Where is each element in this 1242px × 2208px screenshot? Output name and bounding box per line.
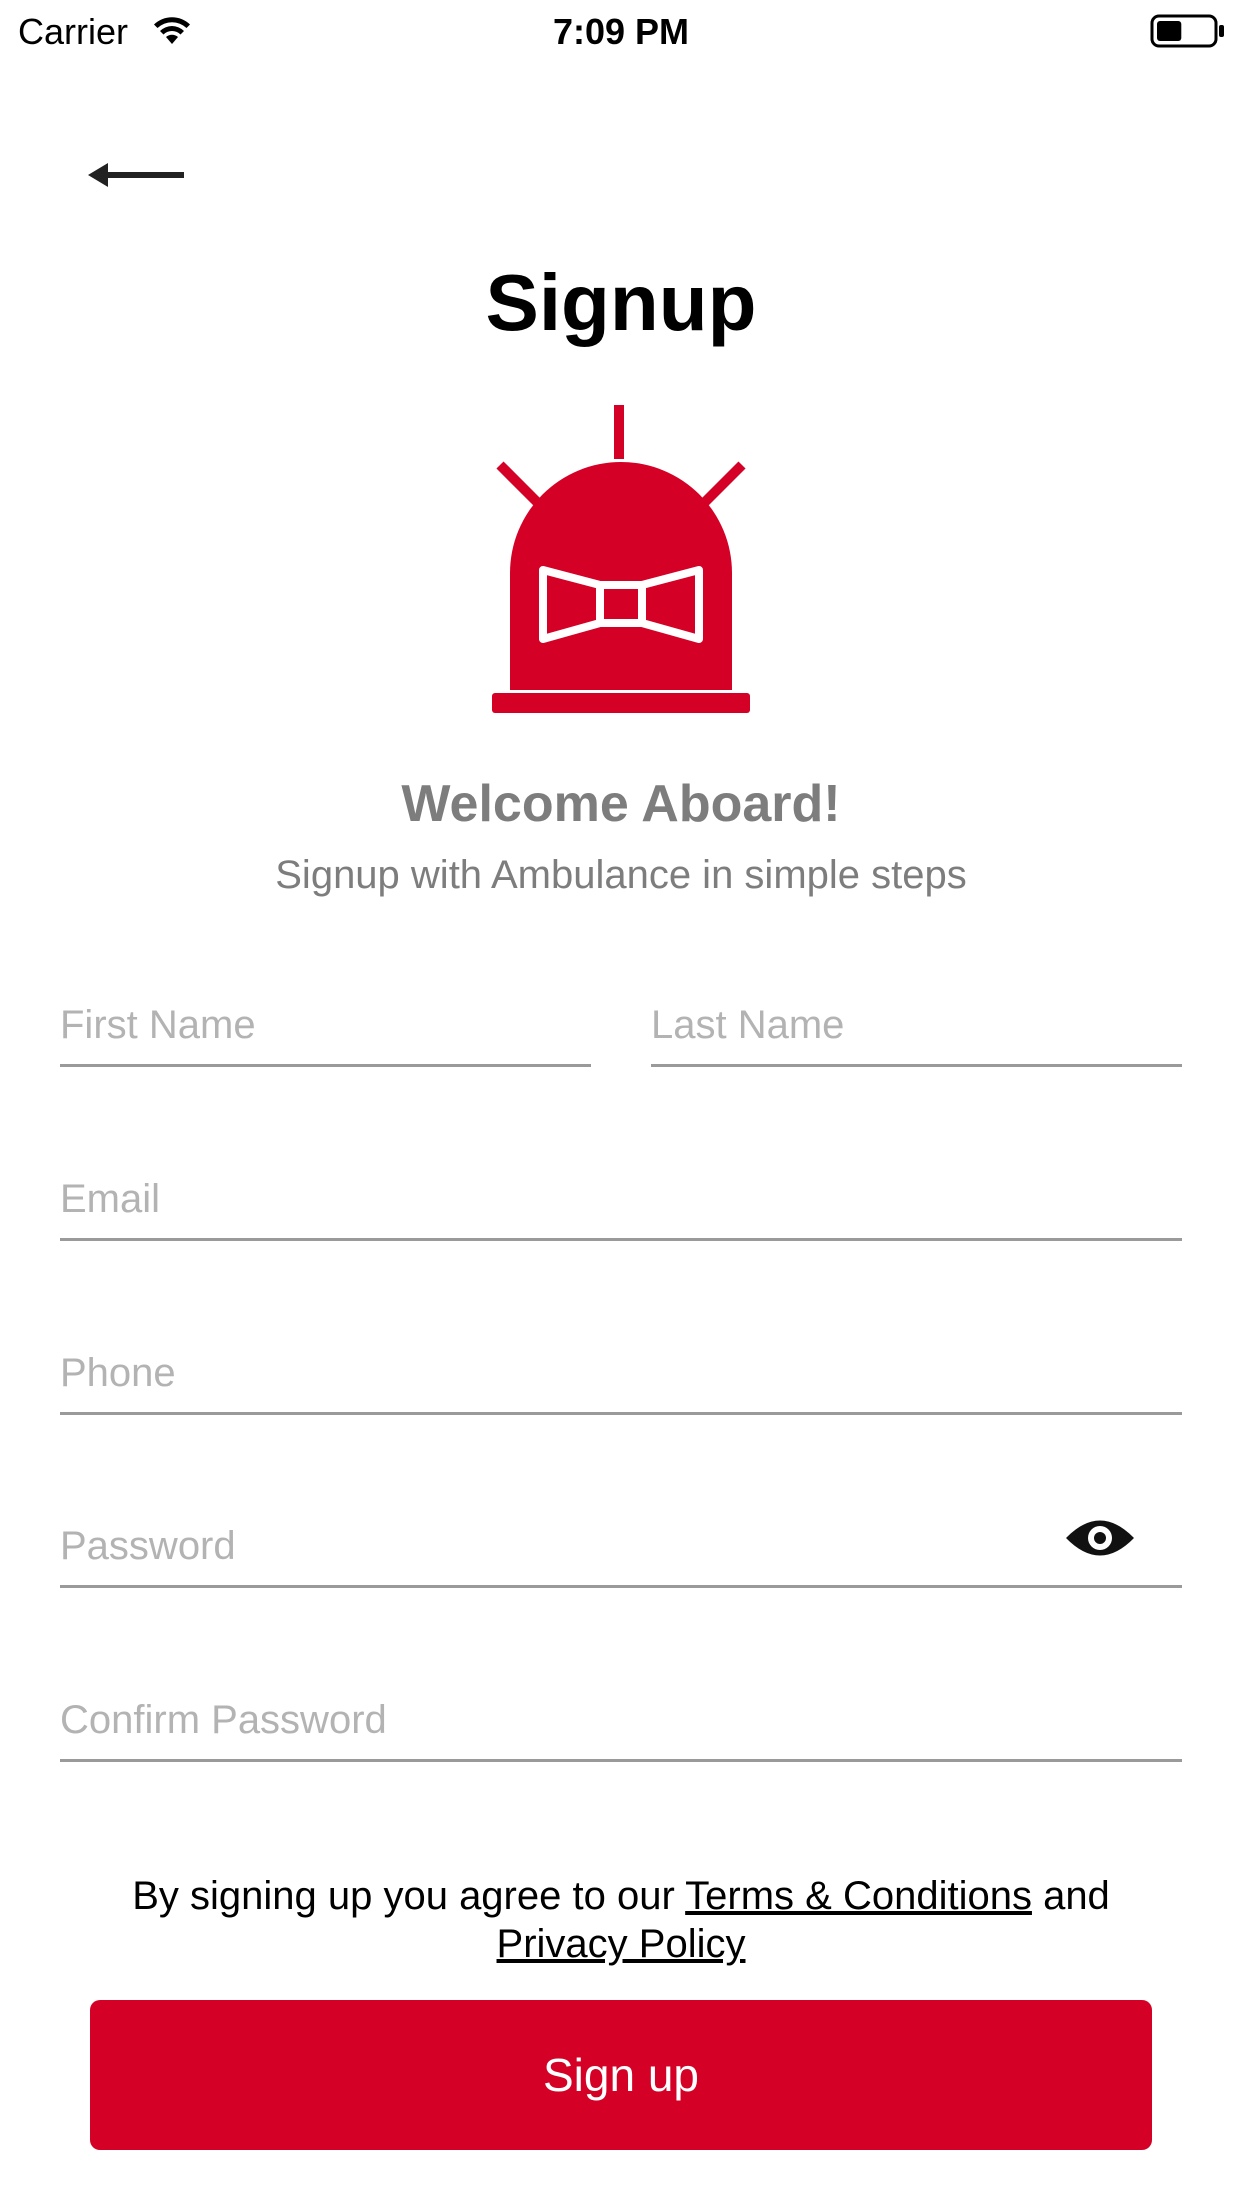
terms-link[interactable]: Terms & Conditions (685, 1874, 1032, 1918)
confirm-password-input[interactable] (60, 1695, 1182, 1759)
password-field (60, 1505, 1182, 1588)
status-time: 7:09 PM (552, 11, 690, 52)
terms-middle: and (1031, 1874, 1110, 1918)
last-name-field (651, 984, 1182, 1067)
welcome-subtitle: Signup with Ambulance in simple steps (275, 853, 967, 897)
welcome-title: Welcome Aboard! (401, 775, 841, 833)
email-input[interactable] (60, 1174, 1182, 1238)
first-name-field (60, 984, 591, 1067)
terms-notice: By signing up you agree to our Terms & C… (60, 1872, 1182, 1968)
phone-input[interactable] (60, 1348, 1182, 1412)
confirm-password-field (60, 1679, 1182, 1762)
phone-field (60, 1332, 1182, 1415)
terms-prefix: By signing up you agree to our (132, 1874, 686, 1918)
battery-icon (1150, 14, 1224, 48)
first-name-input[interactable] (60, 1000, 591, 1064)
status-bar: Carrier 7:09 PM (0, 0, 1242, 62)
last-name-input[interactable] (651, 1000, 1182, 1064)
arrow-left-icon (88, 163, 184, 187)
page-title: Signup (485, 258, 757, 347)
email-field (60, 1158, 1182, 1241)
eye-icon[interactable] (1064, 1513, 1136, 1563)
signup-button[interactable]: Sign up (90, 2000, 1152, 2150)
siren-alarm-icon (492, 405, 750, 713)
privacy-link[interactable]: Privacy Policy (497, 1922, 746, 1966)
password-input[interactable] (60, 1521, 1020, 1585)
back-button[interactable] (88, 140, 198, 210)
